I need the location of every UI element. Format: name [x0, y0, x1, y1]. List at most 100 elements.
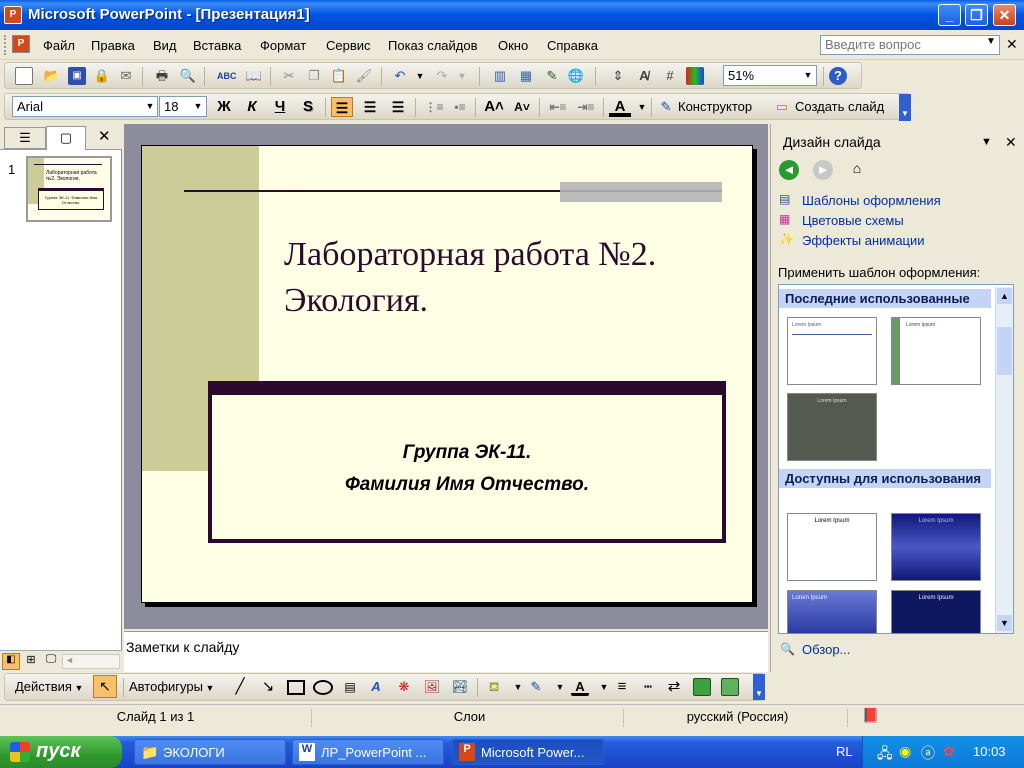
- expand-all-icon[interactable]: ⇕: [609, 67, 627, 85]
- align-left-button[interactable]: ☰: [331, 97, 353, 117]
- increase-font-icon[interactable]: A˄: [483, 97, 505, 117]
- task-button-word[interactable]: W ЛР_PowerPoint ...: [292, 739, 444, 765]
- scroll-thumb[interactable]: [997, 327, 1012, 375]
- redo-dropdown-icon[interactable]: ▼: [453, 67, 471, 85]
- start-button[interactable]: пуск: [0, 736, 122, 768]
- rectangle-icon[interactable]: [287, 680, 305, 695]
- chevron-down-icon[interactable]: ▼: [986, 36, 996, 47]
- spelling-icon[interactable]: ABC: [217, 67, 237, 85]
- paste-icon[interactable]: 📋: [330, 67, 348, 85]
- insert-chart-icon[interactable]: ▥: [491, 67, 509, 85]
- undo-dropdown-icon[interactable]: ▼: [411, 67, 429, 85]
- link-design-templates[interactable]: Шаблоны оформления: [802, 193, 941, 208]
- document-icon[interactable]: P: [12, 35, 30, 53]
- slideshow-view-icon[interactable]: 🖵: [42, 653, 60, 670]
- network-icon[interactable]: 🖧: [877, 743, 893, 767]
- show-formatting-icon[interactable]: A̸: [635, 67, 653, 85]
- link-animation-effects[interactable]: Эффекты анимации: [802, 233, 925, 248]
- task-button-folder[interactable]: 📁 ЭКОЛОГИ: [134, 739, 286, 765]
- home-icon[interactable]: ⌂: [847, 160, 867, 180]
- help-search-input[interactable]: Введите вопрос: [820, 35, 1000, 55]
- select-pointer-icon[interactable]: ↖: [93, 675, 117, 698]
- email-icon[interactable]: ✉: [117, 67, 135, 85]
- slide-subtitle-box[interactable]: Группа ЭК-11. Фамилия Имя Отчество.: [208, 381, 726, 543]
- template-recent-1[interactable]: Lorem Ipsum: [787, 317, 877, 385]
- fill-color-icon[interactable]: ⛾: [485, 678, 503, 696]
- toolbar-options-icon[interactable]: ▼: [899, 94, 911, 121]
- clipart-icon[interactable]: 🖼: [423, 678, 441, 696]
- slide-sorter-view-icon[interactable]: ⊞: [22, 653, 40, 670]
- menu-grip[interactable]: [4, 35, 7, 55]
- clock[interactable]: 10:03: [973, 744, 1006, 759]
- shadow-style-icon[interactable]: [693, 678, 711, 696]
- document-close-icon[interactable]: ✕: [1006, 36, 1018, 53]
- back-icon[interactable]: ◄: [779, 160, 799, 180]
- research-icon[interactable]: 📖: [245, 67, 263, 85]
- browse-link[interactable]: Обзор...: [802, 642, 850, 657]
- template-recent-2[interactable]: Lorem Ipsum: [891, 317, 981, 385]
- align-center-button[interactable]: ☰: [359, 97, 381, 117]
- wordart-icon[interactable]: A: [367, 678, 385, 696]
- scroll-down-icon[interactable]: ▼: [997, 615, 1012, 631]
- help-icon[interactable]: ?: [829, 67, 847, 85]
- chevron-down-icon[interactable]: ▼: [801, 70, 815, 80]
- menu-slideshow[interactable]: Показ слайдов: [388, 38, 478, 53]
- chevron-down-icon[interactable]: ▼: [191, 101, 205, 111]
- spelling-status-icon[interactable]: 📕: [862, 707, 879, 724]
- horizontal-scrollbar[interactable]: ◄: [62, 654, 120, 669]
- decrease-indent-icon[interactable]: ⇤≡: [547, 97, 569, 117]
- messenger-icon[interactable]: ✿: [943, 743, 955, 760]
- font-name-combo[interactable]: Arial: [12, 96, 158, 117]
- diagram-icon[interactable]: ❋: [395, 678, 413, 696]
- bullets-icon[interactable]: •≡: [449, 97, 471, 117]
- menu-view[interactable]: Вид: [153, 38, 177, 53]
- insert-picture-icon[interactable]: 🏞: [451, 678, 469, 696]
- textbox-icon[interactable]: ▤: [341, 678, 359, 696]
- slide-thumbnail[interactable]: Лабораторная работа №2. Экология. Группа…: [26, 156, 112, 222]
- undo-icon[interactable]: ↶: [391, 67, 409, 85]
- redo-icon[interactable]: ↷: [433, 67, 451, 85]
- dash-style-icon[interactable]: ┅: [639, 678, 657, 696]
- actions-menu[interactable]: Действия ▼: [15, 679, 83, 694]
- language-indicator[interactable]: RL: [836, 744, 853, 759]
- cut-icon[interactable]: ✂: [280, 67, 298, 85]
- minimize-button[interactable]: _: [938, 4, 961, 26]
- toolbar-options-icon[interactable]: ▼: [753, 674, 765, 700]
- autoshapes-menu[interactable]: Автофигуры ▼: [129, 679, 214, 694]
- template-gallery[interactable]: Последние использованные ▲ ▼ Lorem Ipsum…: [778, 284, 1014, 634]
- chevron-down-icon[interactable]: ▼: [633, 98, 651, 116]
- template-available-3[interactable]: Lorem Ipsum: [787, 590, 877, 634]
- vertical-scrollbar[interactable]: ▲ ▼: [995, 287, 1013, 633]
- task-pane-close-icon[interactable]: ✕: [1005, 134, 1017, 151]
- outline-tab[interactable]: ☰: [4, 127, 46, 149]
- new-document-icon[interactable]: [15, 67, 33, 85]
- tables-borders-icon[interactable]: ✎: [543, 67, 561, 85]
- task-button-powerpoint[interactable]: P Microsoft Power...: [452, 739, 604, 765]
- print-preview-icon[interactable]: 🔍: [179, 67, 197, 85]
- arrow-style-icon[interactable]: ⇄: [665, 678, 683, 696]
- increase-indent-icon[interactable]: ⇥≡: [575, 97, 597, 117]
- chevron-down-icon[interactable]: ▼: [551, 678, 569, 696]
- powerpoint-app-icon[interactable]: P: [4, 6, 22, 24]
- slide-title[interactable]: Лабораторная работа №2. Экология.: [284, 232, 744, 324]
- insert-table-icon[interactable]: ▦: [517, 67, 535, 85]
- template-available-4[interactable]: Lorem Ipsum: [891, 590, 981, 634]
- arrow-icon[interactable]: ↘: [259, 678, 277, 696]
- title-bar[interactable]: P Microsoft PowerPoint - [Презентация1] …: [0, 0, 1024, 30]
- template-available-1[interactable]: Lorem Ipsum: [787, 513, 877, 581]
- menu-edit[interactable]: Правка: [91, 38, 135, 53]
- line-style-icon[interactable]: ≡: [613, 678, 631, 696]
- panel-close-icon[interactable]: ✕: [98, 127, 111, 145]
- save-icon[interactable]: ▣: [68, 67, 86, 85]
- antivirus-icon[interactable]: ◉: [899, 743, 911, 760]
- chevron-down-icon[interactable]: ▼: [509, 678, 527, 696]
- new-slide-button[interactable]: Создать слайд: [795, 99, 884, 114]
- notes-pane[interactable]: Заметки к слайду: [124, 631, 768, 672]
- color-grayscale-icon[interactable]: [686, 67, 704, 85]
- align-right-button[interactable]: ☰: [387, 97, 409, 117]
- print-icon[interactable]: 🖶: [153, 67, 171, 85]
- decrease-font-icon[interactable]: A˅: [511, 97, 533, 117]
- assistant-icon[interactable]: ⓐ: [921, 743, 935, 763]
- menu-format[interactable]: Формат: [260, 38, 306, 53]
- permission-icon[interactable]: 🔒: [93, 67, 111, 85]
